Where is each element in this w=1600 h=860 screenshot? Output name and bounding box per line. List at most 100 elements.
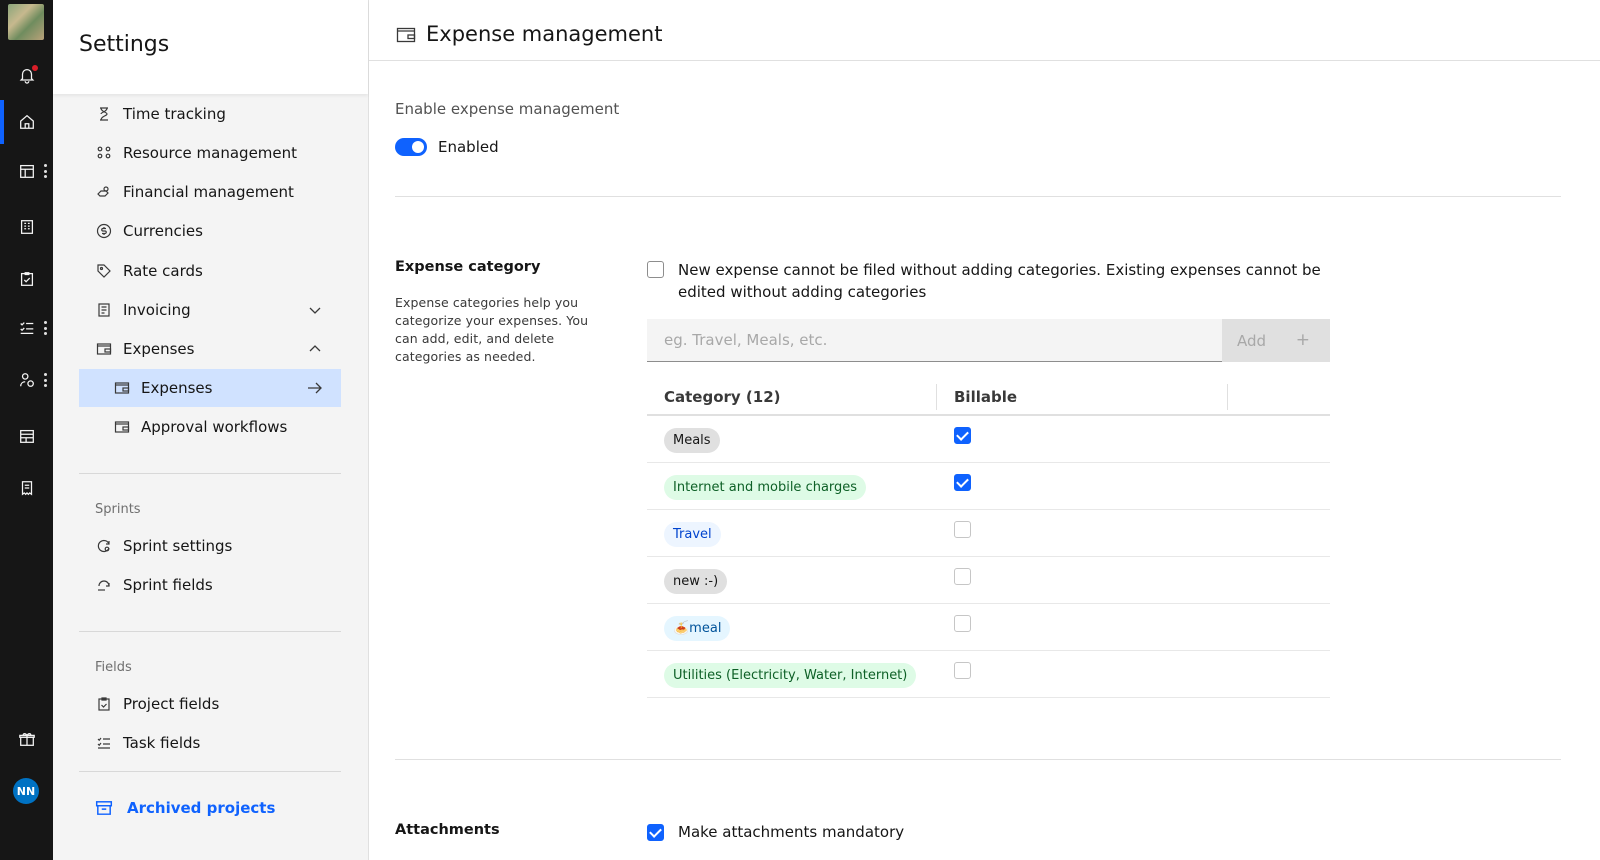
billable-checkbox[interactable]	[954, 568, 971, 585]
nav-label: Approval workflows	[141, 418, 288, 436]
wallet-icon	[396, 27, 416, 43]
workspace-logo[interactable]	[8, 4, 44, 40]
category-tag[interactable]: 🍝meal	[664, 616, 731, 641]
divider	[79, 771, 341, 772]
task-list-icon	[95, 734, 113, 752]
table-icon[interactable]	[0, 416, 53, 456]
nav-item-expenses[interactable]: Expenses	[79, 330, 341, 368]
main-header: Expense management	[369, 0, 1600, 61]
more-icon[interactable]	[44, 321, 47, 335]
billable-checkbox[interactable]	[954, 615, 971, 632]
building-icon[interactable]	[0, 207, 53, 247]
column-header-category[interactable]: Category (12)	[664, 378, 924, 415]
nav-item-invoicing[interactable]: Invoicing	[79, 291, 341, 329]
divider	[79, 631, 341, 632]
nav-item-rate-cards[interactable]: Rate cards	[79, 252, 341, 290]
billable-checkbox[interactable]	[954, 662, 971, 679]
category-tag[interactable]: Travel	[664, 522, 721, 547]
nav-label: Task fields	[123, 734, 201, 752]
category-tag[interactable]: Meals	[664, 428, 720, 453]
calendar-icon[interactable]	[0, 151, 53, 191]
settings-panel: Settings Time tracking Resource manageme…	[53, 0, 369, 860]
gift-icon[interactable]	[0, 719, 53, 759]
more-icon[interactable]	[44, 373, 47, 387]
more-icon[interactable]	[44, 164, 47, 178]
nav-item-currencies[interactable]: Currencies	[79, 212, 341, 250]
receipt-icon[interactable]	[0, 468, 53, 508]
nav-label: Rate cards	[123, 262, 203, 280]
main-content: Expense management Enable expense manage…	[369, 0, 1600, 860]
money-hand-icon	[95, 183, 113, 201]
app-root: NN Settings Time tracking Resource manag…	[0, 0, 1600, 860]
enable-expense-label: Enable expense management	[395, 100, 620, 118]
nav-label: Project fields	[123, 695, 220, 713]
sprints-section-label: Sprints	[95, 502, 141, 517]
settings-title: Settings	[79, 32, 170, 57]
table-row: Internet and mobile charges	[647, 463, 1330, 510]
tag-icon	[95, 262, 113, 280]
archived-projects-label: Archived projects	[127, 799, 276, 817]
icon-rail: NN	[0, 0, 53, 860]
table-row: 🍝meal	[647, 604, 1330, 651]
category-input[interactable]: eg. Travel, Meals, etc.	[647, 319, 1222, 362]
nav-label: Expenses	[123, 340, 195, 358]
nav-label: Resource management	[123, 144, 298, 162]
section-divider	[395, 196, 1561, 197]
category-tag[interactable]: Internet and mobile charges	[664, 475, 867, 500]
require-categories-checkbox[interactable]	[647, 261, 664, 278]
enable-toggle[interactable]	[395, 138, 427, 156]
arrow-right-icon	[308, 382, 322, 394]
table-row: Utilities (Electricity, Water, Internet)	[647, 651, 1330, 698]
wallet-icon	[113, 379, 131, 397]
mandatory-attachments-checkbox[interactable]	[647, 824, 664, 841]
billable-checkbox[interactable]	[954, 474, 971, 491]
table-row: Meals	[647, 416, 1330, 463]
nav-label: Expenses	[141, 379, 213, 397]
divider	[79, 473, 341, 474]
nav-label: Sprint settings	[123, 537, 233, 555]
nav-item-sprint-settings[interactable]: Sprint settings	[79, 527, 341, 565]
user-avatar[interactable]: NN	[13, 778, 39, 804]
chevron-up-icon[interactable]	[307, 341, 323, 357]
nav-subitem-expenses[interactable]: Expenses	[79, 369, 341, 407]
nav-item-project-fields[interactable]: Project fields	[79, 685, 341, 723]
archived-projects-link[interactable]: Archived projects	[79, 792, 275, 824]
add-category-button[interactable]: Add +	[1222, 319, 1330, 362]
clipboard-icon[interactable]	[0, 259, 53, 299]
billable-checkbox[interactable]	[954, 427, 971, 444]
category-tag[interactable]: new :-)	[664, 569, 728, 594]
invoice-icon	[95, 301, 113, 319]
nav-subitem-approval-workflows[interactable]: Approval workflows	[79, 408, 341, 446]
nav-label: Currencies	[123, 222, 203, 240]
require-categories-label: New expense cannot be filed without addi…	[678, 261, 1321, 301]
plus-icon: +	[1295, 330, 1310, 350]
table-row: new :-)	[647, 557, 1330, 604]
section-divider	[395, 759, 1561, 760]
nav-item-resource-management[interactable]: Resource management	[79, 134, 341, 172]
nav-item-financial-management[interactable]: Financial management	[79, 173, 341, 211]
group-icon	[95, 144, 113, 162]
sprint-fields-icon	[95, 576, 113, 594]
task-list-icon[interactable]	[0, 308, 53, 348]
home-icon[interactable]	[0, 100, 53, 144]
clipboard-icon	[95, 695, 113, 713]
notifications-icon[interactable]	[0, 55, 53, 95]
table-row: Travel	[647, 510, 1330, 557]
expense-category-description: Expense categories help you categorize y…	[395, 295, 589, 364]
nav-label: Time tracking	[123, 105, 226, 123]
chevron-down-icon[interactable]	[307, 302, 323, 318]
billable-checkbox[interactable]	[954, 521, 971, 538]
currency-icon	[95, 222, 113, 240]
wallet-icon	[95, 340, 113, 358]
people-icon[interactable]	[0, 360, 53, 400]
expense-category-title: Expense category	[395, 259, 541, 275]
nav-item-time-tracking[interactable]: Time tracking	[79, 95, 341, 133]
fields-section-label: Fields	[95, 660, 132, 675]
notification-badge	[31, 64, 39, 72]
category-tag[interactable]: Utilities (Electricity, Water, Internet)	[664, 663, 917, 688]
nav-item-sprint-fields[interactable]: Sprint fields	[79, 566, 341, 604]
archive-icon	[95, 801, 113, 815]
nav-item-task-fields[interactable]: Task fields	[79, 724, 341, 762]
hourglass-icon	[95, 105, 113, 123]
column-header-billable[interactable]: Billable	[954, 378, 1204, 415]
